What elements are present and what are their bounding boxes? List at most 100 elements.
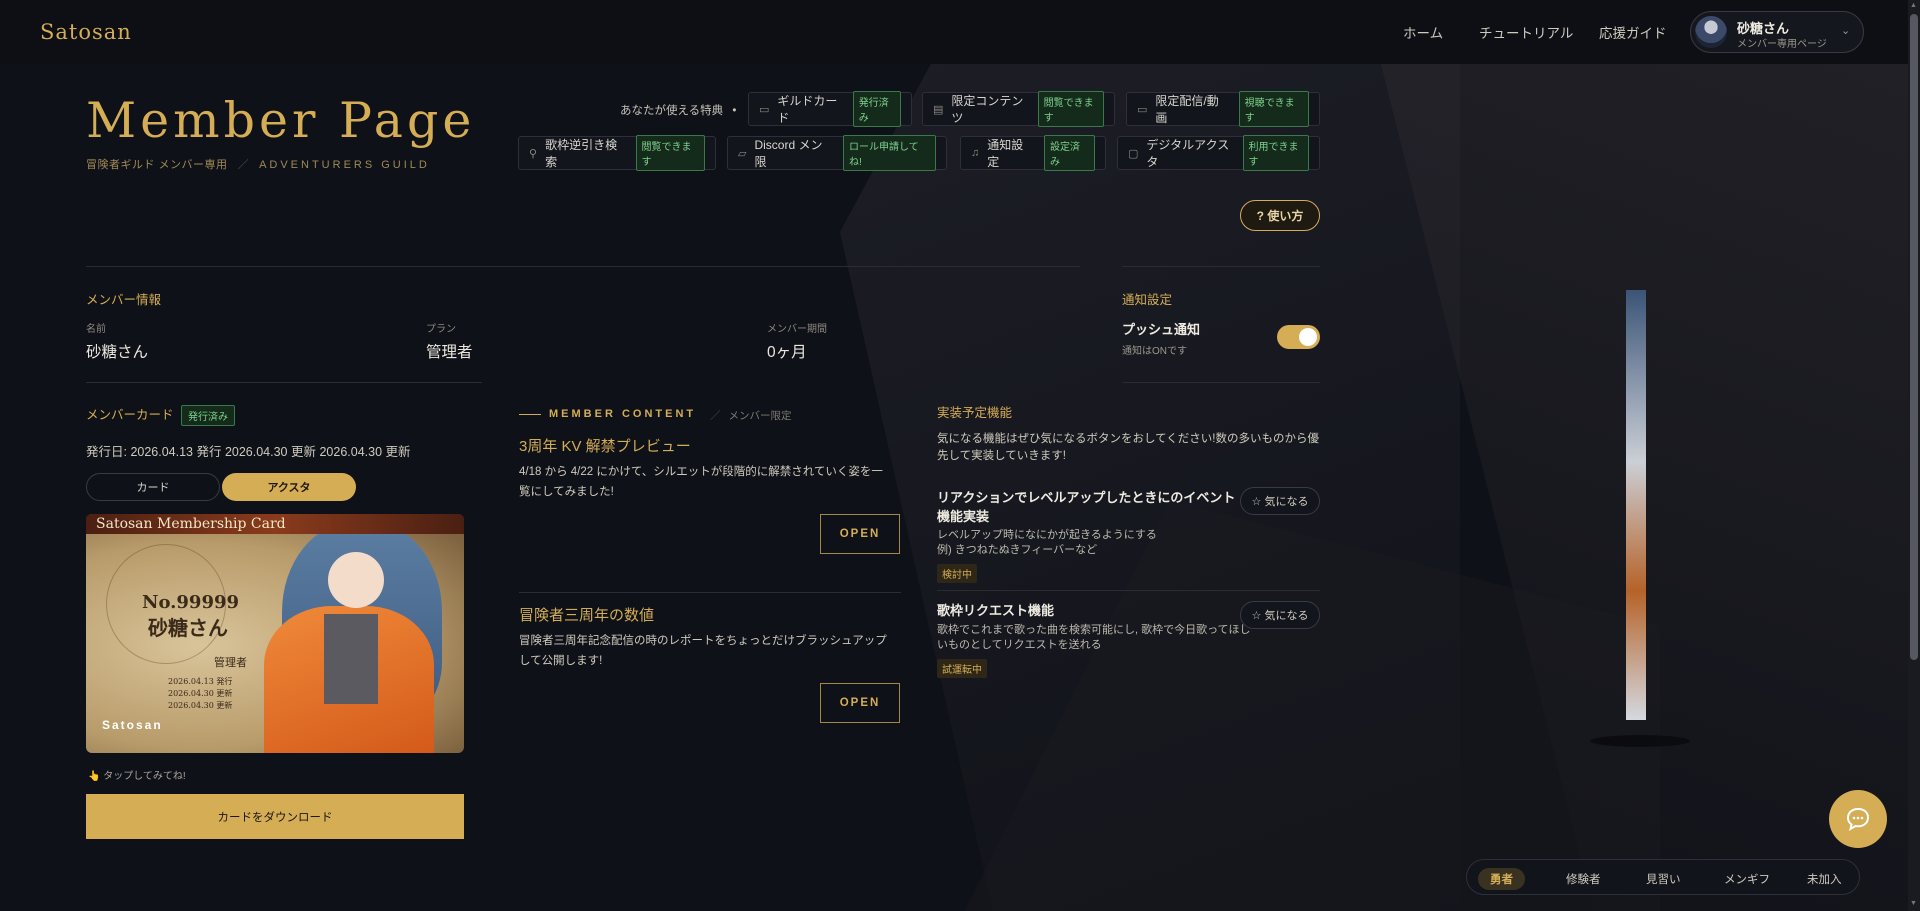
lock-icon: ▢ xyxy=(1128,147,1139,160)
perk-guild-card[interactable]: ▭ ギルドカード 発行済み xyxy=(748,91,912,127)
page-subtitle-jp: 冒険者ギルド メンバー専用 xyxy=(86,159,228,171)
figure-shadow xyxy=(1590,735,1690,747)
tap-hint: 👆 タップしてみてね! xyxy=(88,771,186,782)
member-limited-label: ／メンバー限定 xyxy=(710,410,792,422)
nav-home[interactable]: ホーム xyxy=(1403,22,1443,42)
page-title: Member Page xyxy=(86,92,476,149)
acrylic-stand-figure[interactable] xyxy=(1626,290,1646,720)
perk-notification[interactable]: ♫ 通知設定 設定済み xyxy=(960,135,1106,171)
list-icon: ▤ xyxy=(933,103,944,116)
scroll-thumb[interactable] xyxy=(1910,14,1918,660)
divider xyxy=(1122,382,1320,383)
video-icon: ▭ xyxy=(1137,103,1148,116)
character-face xyxy=(328,552,384,608)
rank-switcher: 勇者 修験者 見習い メンギフ 未加入 xyxy=(1466,859,1860,895)
card-number: No.99999 xyxy=(142,592,240,613)
page-subtitle-en: ADVENTURERS GUILD xyxy=(259,159,430,171)
nav-tutorial[interactable]: チュートリアル xyxy=(1479,22,1573,42)
card-member-name: 砂糖さん xyxy=(148,616,228,640)
card-brand: Satosan xyxy=(102,718,163,732)
feature-desc: レベルアップ時になにかが起きるようにする 例) きつねたぬきフィーバーなど xyxy=(937,529,1157,556)
feature-title: 歌枠リクエスト機能 xyxy=(937,603,1055,618)
field-label-name: 名前 xyxy=(86,324,106,335)
article-body: 冒険者三周年記念配信の時のレポートをちょっとだけブラッシュアップして公開します! xyxy=(519,635,887,667)
issue-dates: 発行日: 2026.04.13 発行 2026.04.30 更新 2026.04… xyxy=(86,445,411,459)
perk-digital-acrylic[interactable]: ▢ デジタルアクスタ 利用できます xyxy=(1117,135,1320,171)
article-open-button[interactable]: OPEN xyxy=(820,514,900,554)
article-open-button[interactable]: OPEN xyxy=(820,683,900,723)
perk-name: 限定コンテンツ xyxy=(951,94,1024,125)
field-value-period: 0ヶ月 xyxy=(767,344,807,361)
chevron-down-icon: ⌄ xyxy=(1841,25,1851,37)
push-notify-label: プッシュ通知 xyxy=(1122,322,1201,337)
scroll-down-icon[interactable]: ▼ xyxy=(1910,900,1917,907)
push-notify-toggle[interactable] xyxy=(1277,325,1320,349)
rank-not-joined[interactable]: 未加入 xyxy=(1795,868,1854,890)
scroll-up-icon[interactable]: ▲ xyxy=(1910,2,1917,9)
heading-rule xyxy=(519,413,541,415)
feature-status-badge: 試運転中 xyxy=(937,659,987,678)
tab-card[interactable]: カード xyxy=(86,473,220,501)
member-content-heading: MEMBER CONTENT xyxy=(519,408,696,420)
bell-icon: ♫ xyxy=(971,147,980,159)
tab-acrylic[interactable]: アクスタ xyxy=(222,473,356,501)
perk-limited-content[interactable]: ▤ 限定コンテンツ 閲覧できます xyxy=(922,91,1115,127)
page-scrollbar[interactable]: ▲ ▼ xyxy=(1908,0,1920,911)
rank-hero[interactable]: 勇者 xyxy=(1478,868,1525,890)
card-date: 2026.04.30 更新 xyxy=(168,689,233,698)
feature-requests-intro: 気になる機能はぜひ気になるボタンをおしてください!数の多いものから優先して実装し… xyxy=(937,433,1320,462)
toggle-knob xyxy=(1299,328,1317,346)
rank-apprentice[interactable]: 見習い xyxy=(1634,868,1693,890)
user-menu[interactable]: 砂糖さん メンバー専用ページ ⌄ xyxy=(1690,11,1864,53)
feature-desc: 歌枠でこれまで歌った曲を検索可能にし, 歌枠で今日歌ってほしいものとしてリクエス… xyxy=(937,624,1251,651)
chat-button[interactable] xyxy=(1829,790,1887,848)
perk-status-badge: 閲覧できます xyxy=(635,135,705,171)
perk-song-search[interactable]: ⚲ 歌枠逆引き検索 閲覧できます xyxy=(518,135,716,171)
chat-icon xyxy=(1846,807,1870,832)
download-card-button[interactable]: カードをダウンロード xyxy=(86,794,464,839)
perk-name: デジタルアクスタ xyxy=(1146,138,1230,169)
search-icon: ⚲ xyxy=(529,147,538,160)
perk-name: ギルドカード xyxy=(777,94,838,125)
feature-title: リアクションでレベルアップしたときにのイベント機能実装 xyxy=(937,490,1236,524)
perk-name: 限定配信/動画 xyxy=(1155,94,1219,125)
perk-status-badge: 視聴できます xyxy=(1238,91,1309,127)
perk-limited-stream[interactable]: ▭ 限定配信/動画 視聴できます xyxy=(1126,91,1320,127)
divider xyxy=(519,592,901,593)
field-value-plan: 管理者 xyxy=(426,344,473,361)
feature-requests-title: 実装予定機能 xyxy=(937,406,1013,420)
rank-ascetic[interactable]: 修験者 xyxy=(1554,868,1613,890)
perk-status-badge: 閲覧できます xyxy=(1037,91,1104,127)
nav-support-guide[interactable]: 応援ガイド xyxy=(1599,22,1667,42)
article-title[interactable]: 3周年 KV 解禁プレビュー xyxy=(519,435,691,456)
perk-status-badge: 発行済み xyxy=(852,91,901,127)
field-value-name: 砂糖さん xyxy=(86,344,149,361)
subtitle-separator: ／ xyxy=(237,159,250,171)
user-subtitle: メンバー専用ページ xyxy=(1737,39,1827,50)
article-body: 4/18 から 4/22 にかけて、シルエットが段階的に解禁されていく姿を一覧に… xyxy=(519,466,883,498)
membership-card[interactable]: Satosan Membership Card No.99999 砂糖さん 管理… xyxy=(86,514,464,753)
perk-status-badge: ロール申請してね! xyxy=(843,135,936,171)
character-vest xyxy=(324,614,378,704)
rank-member-gift[interactable]: メンギフ xyxy=(1712,868,1782,890)
top-bar: Satosan ホーム チュートリアル 応援ガイド 砂糖さん メンバー専用ページ… xyxy=(0,0,1908,64)
divider xyxy=(937,590,1320,591)
card-date: 2026.04.30 更新 xyxy=(168,701,233,710)
interest-button[interactable]: ☆ 気になる xyxy=(1240,601,1320,629)
avatar xyxy=(1695,16,1727,48)
discord-icon: ▱ xyxy=(738,147,747,160)
card-icon: ▭ xyxy=(759,103,770,116)
article-title[interactable]: 冒険者三周年の数値 xyxy=(519,604,654,625)
perk-status-badge: 設定済み xyxy=(1044,135,1095,171)
help-button[interactable]: ? 使い方 xyxy=(1240,200,1320,231)
feature-status-badge: 検討中 xyxy=(937,564,977,583)
member-card-title: メンバーカード xyxy=(86,408,174,422)
interest-button[interactable]: ☆ 気になる xyxy=(1240,487,1320,515)
field-label-period: メンバー期間 xyxy=(767,324,827,335)
site-logo[interactable]: Satosan xyxy=(40,20,132,44)
page-subtitle: 冒険者ギルド メンバー専用 ／ ADVENTURERS GUILD xyxy=(86,156,430,172)
divider xyxy=(1122,266,1320,267)
perk-discord[interactable]: ▱ Discord メン限 ロール申請してね! xyxy=(727,135,947,171)
card-role: 管理者 xyxy=(214,656,247,669)
divider xyxy=(86,382,482,383)
